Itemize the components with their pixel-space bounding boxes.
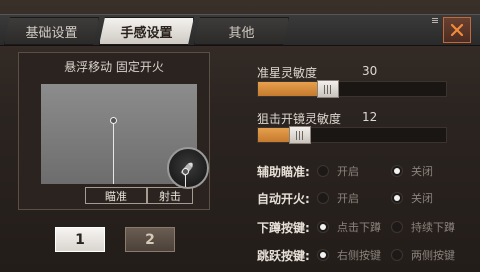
jump-both-radio[interactable] [391,249,403,261]
crosshair-sensitivity-slider[interactable] [257,80,447,98]
preset-2-button[interactable]: 2 [125,227,175,252]
crouch-button-row: 下蹲按键: 点击下蹲 持续下蹲 [257,218,467,236]
auto-fire-off-radio[interactable] [391,192,403,204]
assist-aim-label: 辅助瞄准: [257,165,310,179]
scope-sensitivity-label: 狙击开镜灵敏度 [257,112,342,126]
tab-other[interactable]: 其他 [194,17,289,45]
jump-right-text: 右侧按键 [337,249,381,262]
jump-right-radio[interactable] [317,249,329,261]
preset-1-button[interactable]: 1 [55,227,105,252]
aim-guide-line [113,121,114,184]
scope-sensitivity-slider[interactable] [257,126,447,144]
assist-aim-on-text: 开启 [337,165,359,178]
crouch-button-label: 下蹲按键: [257,221,310,235]
assist-aim-row: 辅助瞄准: 开启 关闭 [257,162,467,180]
tab-feel-settings[interactable]: 手感设置 [99,17,194,45]
auto-fire-off-text: 关闭 [411,192,433,205]
aim-point [110,117,117,124]
jump-button-row: 跳跃按键: 右侧按键 两侧按键 [257,246,467,264]
preview-mode-title: 悬浮移动 固定开火 [64,60,164,74]
fire-button-preview [167,147,209,189]
assist-aim-off-radio[interactable] [391,165,403,177]
fire-point [182,168,189,175]
jump-button-label: 跳跃按键: [257,249,310,263]
scope-sensitivity-value: 12 [362,110,378,124]
auto-fire-on-radio[interactable] [317,192,329,204]
crouch-tap-radio[interactable] [317,221,329,233]
tab-bar: 基础设置 手感设置 其他 [0,14,480,46]
crosshair-sensitivity-handle[interactable] [316,80,339,98]
close-button[interactable] [443,17,471,43]
crosshair-sensitivity-value: 30 [362,64,378,78]
auto-fire-row: 自动开火: 开启 关闭 [257,189,467,207]
control-preview-panel: 悬浮移动 固定开火 瞄准 射击 [18,52,210,210]
tab-basic-settings[interactable]: 基础设置 [4,17,99,45]
jump-both-text: 两侧按键 [411,249,455,262]
auto-fire-label: 自动开火: [257,192,310,206]
crouch-hold-text: 持续下蹲 [411,221,455,234]
crouch-hold-radio[interactable] [391,221,403,233]
assist-aim-on-radio[interactable] [317,165,329,177]
bullet-icon [180,162,193,177]
menu-icon [432,18,438,26]
crosshair-sensitivity-label: 准星灵敏度 [257,66,318,80]
fire-label: 射击 [147,187,193,204]
close-icon [450,23,464,37]
scope-sensitivity-handle[interactable] [288,126,311,144]
crouch-tap-text: 点击下蹲 [337,221,381,234]
preview-screen [41,84,209,189]
aim-label: 瞄准 [85,187,147,204]
auto-fire-on-text: 开启 [337,192,359,205]
assist-aim-off-text: 关闭 [411,165,433,178]
settings-window: 基础设置 手感设置 其他 悬浮移动 固定开火 瞄准 射击 1 2 准星灵敏度 3… [0,0,480,272]
